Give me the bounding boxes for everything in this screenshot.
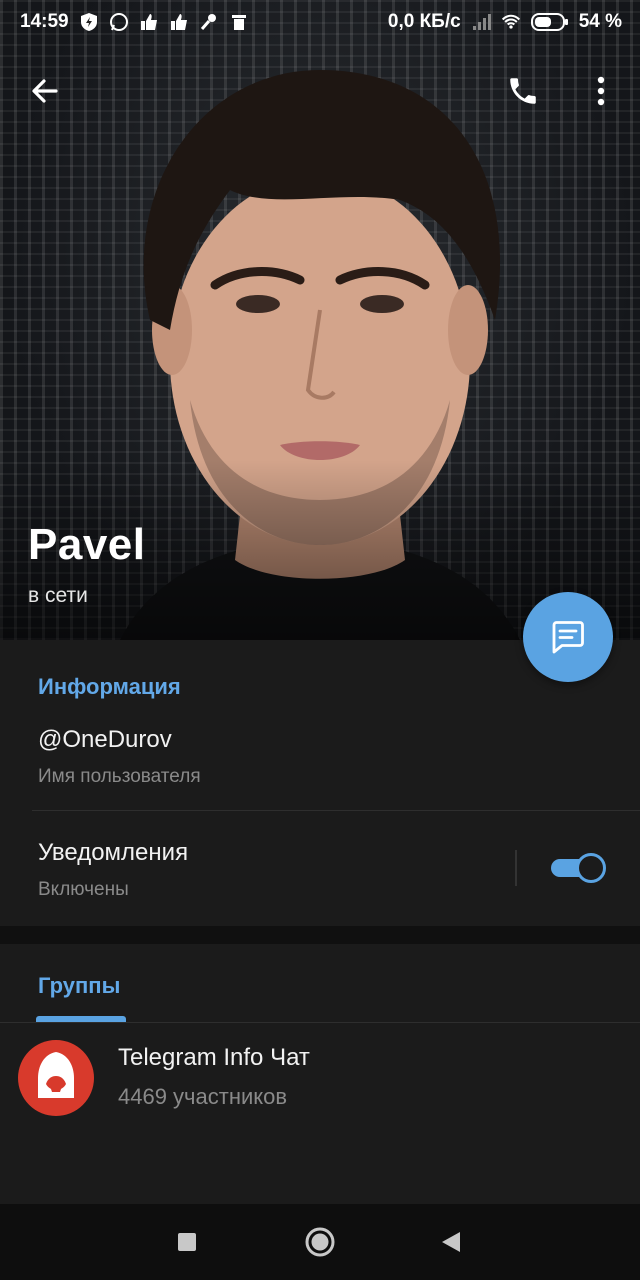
username-value: @OneDurov	[38, 726, 172, 753]
message-icon	[552, 621, 584, 654]
vk-like-icon	[140, 14, 157, 30]
group-members: 4469 участников	[118, 1084, 288, 1109]
shield-bolt-icon	[80, 13, 97, 31]
notifications-toggle[interactable]	[549, 852, 607, 884]
navigation-bar	[0, 1204, 640, 1280]
groups-tab[interactable]: Группы	[38, 973, 120, 999]
whatsapp-icon	[109, 13, 128, 31]
circle-home-icon	[305, 1227, 335, 1257]
profile-name: Pavel	[28, 520, 146, 569]
vk-like-icon	[170, 14, 187, 30]
group-list-item[interactable]: Telegram Info Чат 4469 участников	[0, 1024, 640, 1124]
groups-section: Группы Telegram Info Чат 4469 участников	[0, 944, 640, 1204]
more-options-button[interactable]	[573, 60, 629, 122]
network-speed: 0,0 КБ/с	[387, 11, 461, 32]
square-icon	[178, 1233, 196, 1251]
status-bar: 14:59 0,0 КБ/с 54 %	[0, 0, 640, 44]
recent-apps-button[interactable]	[163, 1218, 211, 1266]
status-time: 14:59	[20, 11, 69, 32]
group-name: Telegram Info Чат	[118, 1044, 310, 1071]
signal-icon	[472, 14, 491, 30]
phone-icon	[510, 78, 536, 104]
arrow-left-icon	[32, 79, 58, 103]
action-bar	[0, 60, 640, 122]
triangle-back-icon	[442, 1232, 460, 1252]
battery-icon	[530, 13, 568, 31]
more-vertical-icon	[597, 76, 605, 106]
home-button[interactable]	[296, 1218, 344, 1266]
group-avatar	[18, 1040, 94, 1116]
toggle-knob	[576, 853, 606, 883]
notifications-label: Уведомления	[38, 839, 189, 866]
system-back-button[interactable]	[427, 1218, 475, 1266]
profile-photo-header[interactable]: 14:59 0,0 КБ/с 54 % Pavel в сети	[0, 0, 640, 640]
info-section: Информация @OneDurov Имя пользователя Ув…	[0, 640, 640, 926]
mic-icon	[200, 14, 216, 30]
username-label: Имя пользователя	[38, 766, 201, 787]
info-section-title: Информация	[38, 674, 181, 699]
notifications-state: Включены	[38, 879, 129, 900]
divider	[0, 1022, 640, 1023]
toggle-separator	[515, 850, 517, 886]
battery-percent: 54 %	[578, 11, 622, 32]
call-button[interactable]	[495, 60, 551, 122]
assassin-hood-icon	[38, 1052, 74, 1098]
wifi-icon	[501, 14, 520, 29]
back-button[interactable]	[17, 60, 73, 122]
send-message-button[interactable]	[523, 592, 613, 682]
section-gap	[0, 926, 640, 944]
username-row[interactable]: @OneDurov Имя пользователя	[0, 710, 640, 810]
trash-icon	[231, 15, 246, 30]
profile-status: в сети	[28, 584, 88, 607]
notifications-row[interactable]: Уведомления Включены	[0, 811, 500, 926]
